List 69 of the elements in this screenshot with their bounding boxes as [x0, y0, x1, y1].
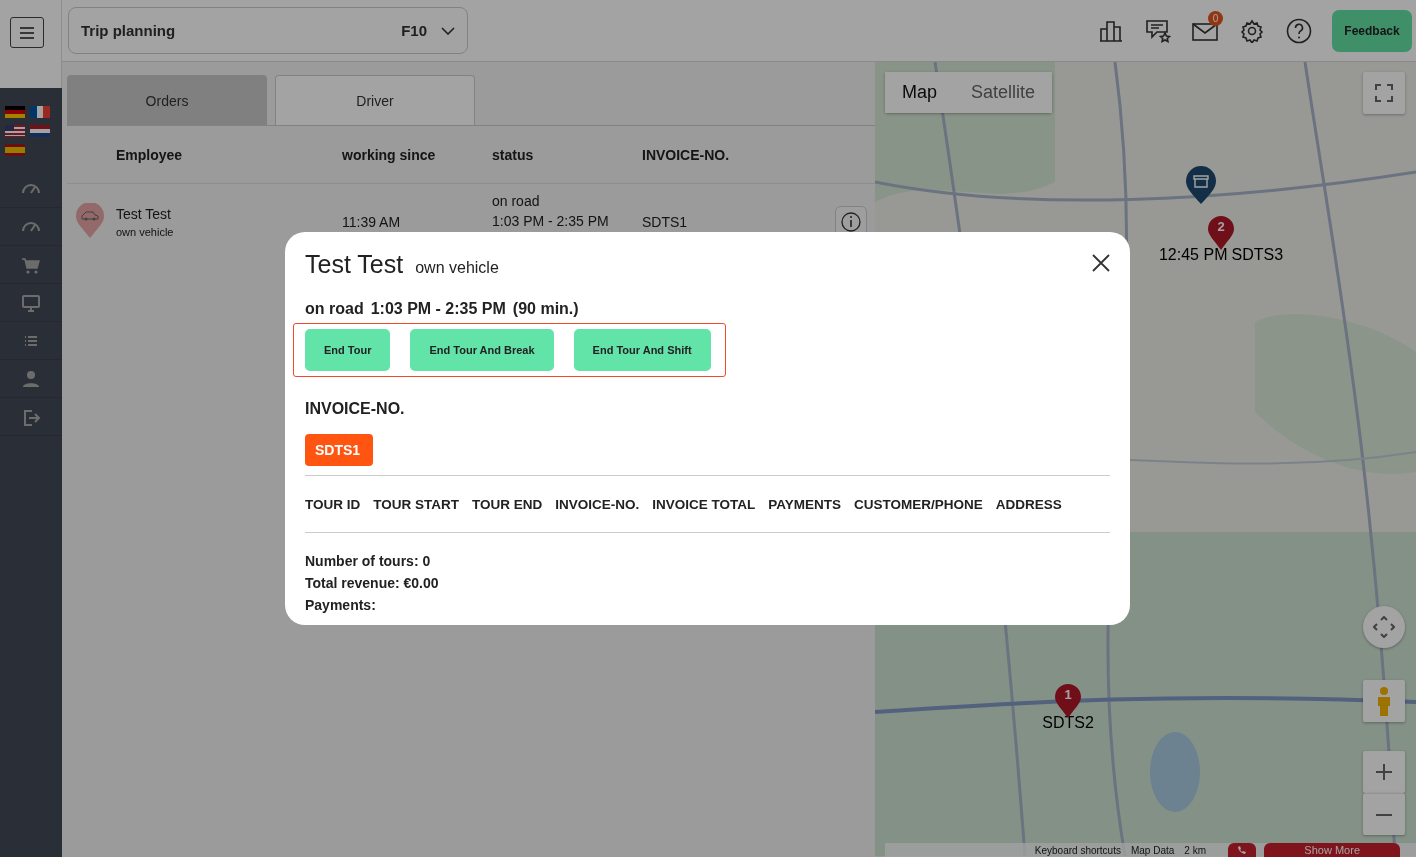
map-footer-link[interactable]: Keyboard shortcuts — [1034, 844, 1121, 856]
module-select[interactable]: Trip planning F10 — [68, 7, 468, 54]
move-arrows-icon — [1373, 616, 1395, 638]
column-header: ADDRESS — [995, 496, 1062, 512]
flag-icon[interactable] — [5, 144, 25, 156]
plus-icon — [1375, 763, 1393, 781]
tab[interactable]: Orders — [67, 75, 267, 125]
map-type-tab[interactable]: Satellite — [954, 72, 1053, 113]
chevron-down-icon — [441, 26, 455, 35]
table-cell-text: SDTS1 — [642, 214, 689, 230]
close-icon — [1092, 254, 1110, 272]
column-header: TOUR ID — [305, 496, 361, 512]
flag-icon[interactable] — [5, 106, 25, 118]
status-time: 1:03 PM - 2:35 PM — [492, 213, 610, 229]
menu-button[interactable] — [10, 17, 44, 48]
feedback-button[interactable]: Feedback — [1332, 9, 1412, 52]
car-pin-icon — [76, 202, 104, 239]
duration-text: (90 min.) — [512, 300, 579, 318]
table-cell-text: 11:39 AM — [342, 214, 402, 230]
status-text: on road — [492, 193, 541, 209]
mail-icon[interactable] — [1191, 20, 1218, 41]
flag-icon[interactable] — [5, 125, 25, 137]
action-button[interactable]: End Tour And Break — [410, 329, 554, 371]
time-range: 1:03 PM - 2:35 PM — [370, 300, 506, 318]
summary-text: Total revenue: €0.00 — [305, 575, 440, 591]
column-header: INVOICE-NO. — [642, 146, 731, 163]
column-header: status — [492, 146, 535, 163]
dialog-title: Test Test — [305, 250, 404, 279]
column-header: TOUR END — [472, 496, 543, 512]
column-header: TOUR START — [373, 496, 459, 512]
section-heading: INVOICE-NO. — [305, 400, 406, 418]
map-type-tab[interactable]: Map — [885, 72, 954, 113]
person-icon[interactable] — [20, 368, 42, 389]
map-footer-link[interactable]: Map Data — [1130, 844, 1175, 856]
column-header: INVOICE TOTAL — [652, 496, 756, 512]
column-header: CUSTOMER/PHONE — [854, 496, 983, 512]
store-marker-icon[interactable] — [1186, 166, 1216, 204]
settings-icon[interactable] — [1239, 18, 1264, 43]
vehicle-type: own vehicle — [116, 226, 175, 238]
notification-badge: 0 — [1208, 10, 1223, 26]
employee-name: Test Test — [116, 206, 172, 222]
flag-icon[interactable] — [30, 125, 50, 137]
fullscreen-button[interactable] — [1363, 72, 1405, 114]
zoom-in-button[interactable] — [1363, 751, 1405, 793]
dialog-subtitle: own vehicle — [415, 259, 499, 277]
action-button[interactable]: End Tour And Shift — [573, 329, 711, 371]
action-button[interactable]: End Tour — [305, 329, 391, 371]
summary-text: Payments: — [305, 597, 377, 613]
help-icon[interactable] — [1285, 17, 1312, 44]
minus-icon — [1375, 812, 1393, 817]
phone-button[interactable] — [1228, 843, 1256, 857]
map-footer-link[interactable]: 2 km — [1184, 844, 1206, 856]
monitor-icon[interactable] — [20, 292, 42, 313]
show-more-button[interactable]: Show More — [1264, 843, 1400, 857]
pegman-icon — [1376, 686, 1392, 716]
tab[interactable]: Driver — [275, 75, 475, 125]
phone-icon — [1237, 845, 1247, 855]
column-header: PAYMENTS — [768, 496, 842, 512]
marker-label: SDTS3 — [1231, 246, 1284, 264]
flag-icon[interactable] — [30, 106, 50, 118]
summary-text: Number of tours: 0 — [305, 553, 432, 569]
chat-star-icon[interactable] — [1144, 18, 1171, 43]
column-header: INVOICE-NO. — [555, 496, 640, 512]
column-header: working since — [342, 146, 437, 163]
bar-chart-icon[interactable] — [1098, 19, 1123, 42]
fullscreen-icon — [1375, 84, 1393, 102]
status-text: on road — [305, 300, 364, 318]
column-header: Employee — [116, 146, 184, 163]
menu-icon — [20, 26, 34, 39]
